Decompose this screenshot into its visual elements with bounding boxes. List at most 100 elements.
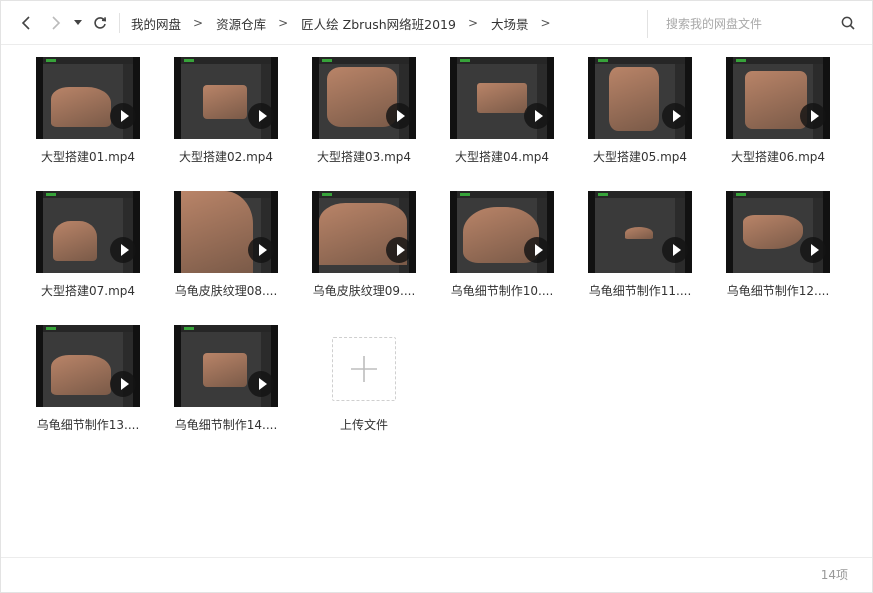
search-icon[interactable] xyxy=(841,16,855,30)
chevron-left-icon xyxy=(21,16,30,30)
video-thumbnail xyxy=(450,191,554,273)
file-item[interactable]: 乌龟细节制作12.... xyxy=(715,191,841,301)
video-thumbnail xyxy=(726,57,830,139)
toolbar-divider xyxy=(119,13,120,33)
viewport-toolbar xyxy=(319,191,409,198)
upload-dropzone[interactable] xyxy=(332,337,396,401)
file-name: 乌龟细节制作10.... xyxy=(450,284,554,298)
plus-icon xyxy=(351,356,377,382)
video-thumbnail xyxy=(726,191,830,273)
breadcrumb-item-zbrush-course[interactable]: 匠人绘 Zbrush网络班2019 xyxy=(301,14,456,33)
video-thumbnail xyxy=(36,57,140,139)
sculpt-model-preview xyxy=(203,353,247,387)
video-thumbnail xyxy=(588,191,692,273)
sculpt-model-preview xyxy=(203,85,247,119)
video-thumbnail xyxy=(312,57,416,139)
file-item[interactable]: 乌龟细节制作11.... xyxy=(577,191,703,301)
refresh-button[interactable] xyxy=(89,11,111,35)
upload-label: 上传文件 xyxy=(339,418,388,432)
play-icon xyxy=(386,103,412,129)
viewport-toolbar xyxy=(457,57,547,64)
play-icon xyxy=(248,371,274,397)
file-name: 大型搭建07.mp4 xyxy=(40,284,136,298)
item-count: 14项 xyxy=(820,568,848,582)
file-name: 乌龟细节制作13.... xyxy=(36,418,140,432)
play-icon xyxy=(248,237,274,263)
history-dropdown-button[interactable] xyxy=(71,11,85,35)
file-item[interactable]: 大型搭建07.mp4 xyxy=(25,191,151,301)
viewport-toolbar xyxy=(43,191,133,198)
video-thumbnail xyxy=(450,57,554,139)
video-thumbnail xyxy=(36,191,140,273)
back-button[interactable] xyxy=(15,11,37,35)
sculpt-model-preview xyxy=(609,67,659,131)
file-item[interactable]: 大型搭建01.mp4 xyxy=(25,57,151,167)
play-icon xyxy=(662,103,688,129)
file-item[interactable]: 大型搭建05.mp4 xyxy=(577,57,703,167)
play-icon xyxy=(386,237,412,263)
sculpt-model-preview xyxy=(181,191,253,273)
play-icon xyxy=(110,103,136,129)
toolbar: 我的网盘 > 资源仓库 > 匠人绘 Zbrush网络班2019 > 大场景 > xyxy=(1,1,872,45)
sculpt-model-preview xyxy=(51,87,111,127)
file-item[interactable]: 大型搭建03.mp4 xyxy=(301,57,427,167)
file-name: 乌龟细节制作14.... xyxy=(174,418,278,432)
viewport-toolbar xyxy=(181,57,271,64)
play-icon xyxy=(248,103,274,129)
file-item[interactable]: 大型搭建02.mp4 xyxy=(163,57,289,167)
upload-file-button[interactable]: 上传文件 xyxy=(301,325,427,435)
viewport-toolbar xyxy=(733,57,823,64)
viewport-toolbar xyxy=(595,191,685,198)
breadcrumb-item-current-folder[interactable]: 大场景 xyxy=(491,14,529,33)
video-thumbnail xyxy=(174,57,278,139)
video-thumbnail xyxy=(174,191,278,273)
file-name: 大型搭建06.mp4 xyxy=(730,150,826,164)
video-thumbnail xyxy=(588,57,692,139)
video-thumbnail xyxy=(36,325,140,407)
file-name: 乌龟皮肤纹理09.... xyxy=(312,284,416,298)
play-icon xyxy=(524,103,550,129)
chevron-right-icon xyxy=(52,16,61,30)
breadcrumb-separator: > xyxy=(540,16,551,30)
file-name: 乌龟皮肤纹理08.... xyxy=(174,284,278,298)
file-name: 大型搭建01.mp4 xyxy=(40,150,136,164)
breadcrumb-item-my-drive[interactable]: 我的网盘 xyxy=(131,14,181,33)
sculpt-model-preview xyxy=(51,355,111,395)
file-item[interactable]: 大型搭建06.mp4 xyxy=(715,57,841,167)
search-box xyxy=(647,10,861,38)
file-name: 大型搭建04.mp4 xyxy=(454,150,550,164)
play-icon xyxy=(800,103,826,129)
file-item[interactable]: 乌龟细节制作14.... xyxy=(163,325,289,435)
sculpt-model-preview xyxy=(477,83,527,113)
play-icon xyxy=(800,237,826,263)
file-name: 大型搭建05.mp4 xyxy=(592,150,688,164)
file-item[interactable]: 乌龟细节制作13.... xyxy=(25,325,151,435)
video-thumbnail xyxy=(312,191,416,273)
file-name: 乌龟细节制作12.... xyxy=(726,284,830,298)
file-item[interactable]: 乌龟皮肤纹理08.... xyxy=(163,191,289,301)
breadcrumb-item-resources[interactable]: 资源仓库 xyxy=(216,14,266,33)
video-thumbnail xyxy=(174,325,278,407)
viewport-toolbar xyxy=(181,325,271,332)
refresh-icon xyxy=(94,17,107,29)
sculpt-model-preview xyxy=(625,227,653,239)
file-name: 乌龟细节制作11.... xyxy=(588,284,692,298)
file-item[interactable]: 大型搭建04.mp4 xyxy=(439,57,565,167)
breadcrumb-separator: > xyxy=(467,16,478,30)
forward-button[interactable] xyxy=(45,11,67,35)
play-icon xyxy=(110,371,136,397)
sculpt-model-preview xyxy=(53,221,97,261)
file-browser-window: 我的网盘 > 资源仓库 > 匠人绘 Zbrush网络班2019 > 大场景 > … xyxy=(0,0,873,593)
file-name: 大型搭建02.mp4 xyxy=(178,150,274,164)
file-item[interactable]: 乌龟细节制作10.... xyxy=(439,191,565,301)
caret-down-icon xyxy=(74,20,82,25)
viewport-toolbar xyxy=(733,191,823,198)
play-icon xyxy=(110,237,136,263)
breadcrumb-separator: > xyxy=(193,16,204,30)
viewport-toolbar xyxy=(457,191,547,198)
play-icon xyxy=(524,237,550,263)
search-input[interactable] xyxy=(666,17,826,31)
file-item[interactable]: 乌龟皮肤纹理09.... xyxy=(301,191,427,301)
file-name: 大型搭建03.mp4 xyxy=(316,150,412,164)
viewport-toolbar xyxy=(319,57,409,64)
